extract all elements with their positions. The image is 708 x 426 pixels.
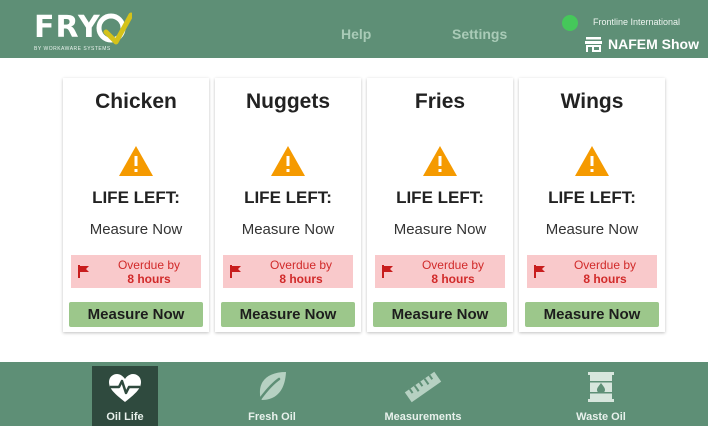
card-title: Wings [560,90,624,113]
store-icon [585,36,602,52]
flag-icon [534,265,545,278]
fryer-card-nuggets: Nuggets LIFE LEFT: Measure Now Overdue b… [215,78,361,332]
heartbeat-icon [109,374,141,402]
life-left-value: Measure Now [393,221,487,238]
fryer-card-wings: Wings LIFE LEFT: Measure Now Overdue by … [519,78,665,332]
life-left-label: LIFE LEFT: [396,188,484,207]
connection-status-dot [562,15,578,31]
logo-q-check-icon [96,12,132,45]
ruler-icon [404,371,442,403]
oil-drum-icon [588,372,614,402]
life-left-label: LIFE LEFT: [548,188,636,207]
flag-icon [78,265,89,278]
card-title: Nuggets [246,90,330,113]
fryer-cards: Chicken LIFE LEFT: Measure Now Overdue b… [63,78,665,332]
overdue-duration: 8 hours [583,272,627,286]
overdue-duration: 8 hours [127,272,171,286]
logo-text: FRY [34,10,101,45]
logo-tagline: BY WORKAWARE SYSTEMS [34,46,111,52]
leaf-icon [256,372,286,404]
help-link[interactable]: Help [341,26,371,42]
settings-link[interactable]: Settings [452,26,507,42]
warning-icon [575,146,609,176]
overdue-label: Overdue by [573,258,637,272]
fryq-logo: FRY BY WORKAWARE SYSTEMS [34,8,134,54]
overdue-duration: 8 hours [279,272,323,286]
measure-now-button[interactable]: Measure Now [373,302,507,327]
store-selector[interactable]: NAFEM Show [585,34,699,54]
nav-label: Waste Oil [576,411,626,423]
nav-waste-oil[interactable]: Waste Oil [553,362,649,426]
top-bar: FRY BY WORKAWARE SYSTEMS Help Settings F… [0,0,708,58]
flag-icon [382,265,393,278]
overdue-badge: Overdue by 8 hours [223,255,353,288]
life-left-value: Measure Now [89,221,183,238]
nav-label: Fresh Oil [248,411,296,423]
nav-measurements[interactable]: Measurements [375,362,471,426]
warning-icon [271,146,305,176]
overdue-badge: Overdue by 8 hours [527,255,657,288]
card-title: Fries [414,90,466,113]
bottom-nav: Oil Life Fresh Oil Measurements Waste Oi… [0,362,708,426]
card-title: Chicken [95,90,177,113]
life-left-label: LIFE LEFT: [92,188,180,207]
overdue-label: Overdue by [269,258,333,272]
overdue-badge: Overdue by 8 hours [71,255,201,288]
store-name: NAFEM Show [608,36,699,52]
nav-oil-life[interactable]: Oil Life [92,366,158,426]
fryer-card-chicken: Chicken LIFE LEFT: Measure Now Overdue b… [63,78,209,332]
nav-fresh-oil[interactable]: Fresh Oil [224,362,320,426]
fryer-card-fries: Fries LIFE LEFT: Measure Now Overdue by … [367,78,513,332]
warning-icon [423,146,457,176]
life-left-value: Measure Now [241,221,335,238]
organization-name: Frontline International [593,17,681,27]
measure-now-button[interactable]: Measure Now [221,302,355,327]
life-left-value: Measure Now [545,221,639,238]
overdue-label: Overdue by [117,258,181,272]
overdue-label: Overdue by [421,258,485,272]
nav-label: Measurements [384,411,462,423]
life-left-label: LIFE LEFT: [244,188,332,207]
overdue-badge: Overdue by 8 hours [375,255,505,288]
flag-icon [230,265,241,278]
overdue-duration: 8 hours [431,272,475,286]
warning-icon [119,146,153,176]
measure-now-button[interactable]: Measure Now [69,302,203,327]
nav-label: Oil Life [106,411,144,423]
measure-now-button[interactable]: Measure Now [525,302,659,327]
